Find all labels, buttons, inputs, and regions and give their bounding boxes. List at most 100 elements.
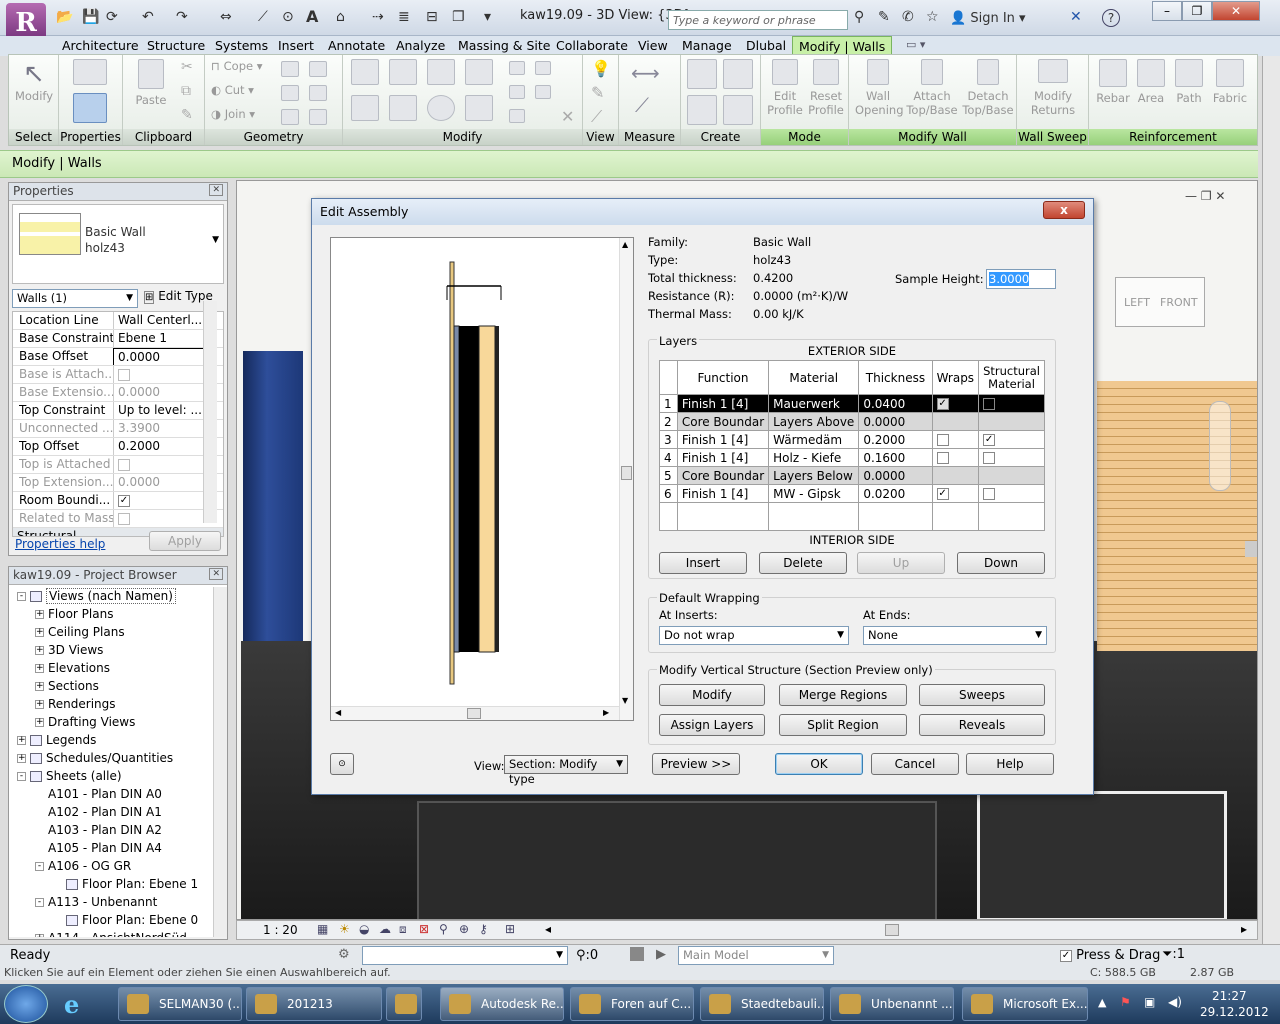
mirror-draw-icon[interactable] bbox=[465, 59, 493, 85]
structural-checkbox[interactable] bbox=[983, 398, 996, 410]
split-icon[interactable] bbox=[509, 61, 525, 75]
preview-button[interactable]: Preview >> bbox=[652, 753, 740, 775]
layer-structural[interactable] bbox=[978, 394, 1045, 413]
thickness-header[interactable]: Thickness bbox=[858, 360, 933, 395]
move-icon[interactable] bbox=[351, 95, 379, 121]
property-row[interactable]: Base is Attach... bbox=[13, 366, 223, 384]
property-row[interactable]: Room Boundi... ✓ bbox=[13, 492, 223, 510]
tab-analyze[interactable]: Analyze bbox=[390, 36, 451, 56]
tab-architecture[interactable]: Architecture bbox=[56, 36, 145, 56]
lock-view-icon[interactable]: ⚷ bbox=[479, 922, 488, 936]
wraps-header[interactable]: Wraps bbox=[931, 360, 980, 395]
at-ends-select[interactable]: None ▼ bbox=[863, 626, 1047, 645]
unjoin-icon[interactable] bbox=[281, 109, 299, 125]
properties-scrollbar[interactable] bbox=[203, 301, 217, 523]
property-value[interactable]: Ebene 1 bbox=[113, 330, 209, 347]
property-row[interactable]: Base Offset 0.0000 bbox=[13, 348, 223, 366]
tray-network-icon[interactable]: ▣ bbox=[1144, 995, 1155, 1009]
minimize-button[interactable]: – bbox=[1152, 1, 1182, 21]
layer-row[interactable]: 3 Finish 1 [4] Wärmedäm 0.2000 ✓ bbox=[659, 430, 1045, 449]
layer-material[interactable]: Wärmedäm bbox=[768, 430, 860, 449]
tab-manage[interactable]: Manage bbox=[676, 36, 738, 56]
layer-structural[interactable] bbox=[978, 466, 1045, 485]
layer-thickness[interactable]: 0.0000 bbox=[858, 466, 933, 485]
rebar-button[interactable]: Rebar bbox=[1095, 59, 1131, 105]
property-value[interactable] bbox=[113, 456, 209, 473]
cope-button[interactable]: ⊓ Cope ▾ bbox=[211, 59, 263, 73]
rotate-icon[interactable] bbox=[427, 95, 455, 121]
property-checkbox[interactable] bbox=[118, 512, 130, 525]
preview-scroll-up-icon[interactable]: ▲ bbox=[622, 240, 628, 249]
property-value[interactable]: Up to level: ... bbox=[113, 402, 209, 419]
ribbon-minimize-icon[interactable]: ▭ ▾ bbox=[906, 38, 925, 51]
array-icon[interactable] bbox=[509, 85, 525, 99]
cut-geometry-button[interactable]: ◐ Cut ▾ bbox=[211, 83, 254, 97]
layer-row[interactable]: 6 Finish 1 [4] MW - Gipsk 0.0200 ✓ bbox=[659, 484, 1045, 503]
tab-modify-walls[interactable]: Modify | Walls bbox=[792, 36, 893, 56]
layer-function[interactable]: Finish 1 [4] bbox=[676, 448, 770, 467]
layer-index[interactable]: 5 bbox=[659, 466, 678, 485]
property-row[interactable]: Top Extension... 0.0000 bbox=[13, 474, 223, 492]
property-value[interactable]: ✓ bbox=[113, 492, 209, 509]
tree-expander-icon[interactable]: + bbox=[35, 700, 44, 709]
task-firefox[interactable]: Foren auf C... bbox=[570, 987, 694, 1021]
browser-tree-item[interactable]: + Sections bbox=[9, 677, 227, 695]
browser-tree-item[interactable]: - A113 - Unbenannt bbox=[9, 893, 227, 911]
property-row[interactable]: Top Offset 0.2000 bbox=[13, 438, 223, 456]
search-input[interactable]: Type a keyword or phrase bbox=[668, 10, 848, 30]
property-row[interactable]: Base Constraint Ebene 1 bbox=[13, 330, 223, 348]
layer-structural[interactable] bbox=[978, 412, 1045, 431]
wraps-checkbox[interactable] bbox=[936, 434, 949, 446]
structural-material-header[interactable]: Structural Material bbox=[978, 360, 1045, 395]
layer-thickness[interactable]: 0.0200 bbox=[858, 484, 933, 503]
layer-structural[interactable] bbox=[978, 484, 1045, 503]
offset-icon[interactable] bbox=[389, 59, 417, 85]
edit-profile-button[interactable]: Edit Profile bbox=[765, 59, 805, 117]
browser-tree-item[interactable]: + Legends bbox=[9, 731, 227, 749]
browser-tree-item[interactable]: Floor Plan: Ebene 1 bbox=[9, 875, 227, 893]
tab-annotate[interactable]: Annotate bbox=[322, 36, 391, 56]
undo-icon[interactable]: ↶ bbox=[142, 9, 154, 25]
tree-expander-icon[interactable]: - bbox=[17, 592, 26, 601]
aligned-dimension-icon[interactable]: ⟋ bbox=[635, 93, 649, 117]
layer-row[interactable]: 5 Core Boundar Layers Below 0.0000 bbox=[659, 466, 1045, 485]
layer-material[interactable]: Holz - Kiefe bbox=[768, 448, 860, 467]
scale-icon[interactable] bbox=[535, 85, 551, 99]
material-header[interactable]: Material bbox=[768, 360, 860, 395]
property-row[interactable]: Location Line Wall Centerl... bbox=[13, 312, 223, 330]
browser-tree-item[interactable]: + Ceiling Plans bbox=[9, 623, 227, 641]
properties-help-link[interactable]: Properties help bbox=[15, 537, 105, 551]
structural-checkbox[interactable] bbox=[983, 452, 996, 464]
tree-expander-icon[interactable]: - bbox=[35, 898, 44, 907]
browser-tree-item[interactable]: + Schedules/Quantities bbox=[9, 749, 227, 767]
wraps-checkbox[interactable] bbox=[936, 452, 949, 464]
tab-systems[interactable]: Systems bbox=[209, 36, 274, 56]
tree-expander-icon[interactable]: + bbox=[35, 664, 44, 673]
property-value[interactable]: Wall Centerl... bbox=[113, 312, 209, 329]
layer-function[interactable]: Core Boundar bbox=[676, 466, 770, 485]
apply-button[interactable]: Apply bbox=[149, 531, 221, 551]
layer-material[interactable]: Layers Above bbox=[768, 412, 860, 431]
redo-icon[interactable]: ↷ bbox=[176, 9, 188, 25]
zoom-2d-icon[interactable]: ⊙ bbox=[330, 753, 354, 775]
modify-returns-button[interactable]: Modify Returns bbox=[1023, 59, 1083, 117]
properties-icon[interactable] bbox=[73, 93, 107, 123]
down-button[interactable]: Down bbox=[957, 552, 1045, 574]
browser-tree-item[interactable]: + Elevations bbox=[9, 659, 227, 677]
wraps-checkbox[interactable]: ✓ bbox=[936, 488, 949, 500]
view-window-controls[interactable]: — ❐ ✕ bbox=[1185, 189, 1225, 203]
layer-wraps[interactable]: ✓ bbox=[931, 394, 980, 413]
layer-index[interactable]: 6 bbox=[659, 484, 678, 503]
measure-distance-icon[interactable]: ⟷ bbox=[631, 61, 660, 85]
layer-wraps[interactable] bbox=[931, 412, 980, 431]
browser-tree-item[interactable]: - Views (nach Namen) bbox=[9, 587, 227, 605]
layer-structural[interactable] bbox=[978, 448, 1045, 467]
tag-icon[interactable]: ⊙ bbox=[282, 9, 294, 25]
task-media-player[interactable] bbox=[386, 987, 422, 1021]
copy-element-icon[interactable] bbox=[389, 95, 417, 121]
match-type-icon[interactable]: ✎ bbox=[181, 107, 193, 123]
browser-tree-item[interactable]: A101 - Plan DIN A0 bbox=[9, 785, 227, 803]
create-parts-icon[interactable] bbox=[687, 59, 717, 89]
layer-row[interactable]: 4 Finish 1 [4] Holz - Kiefe 0.1600 bbox=[659, 448, 1045, 467]
insert-button[interactable]: Insert bbox=[659, 552, 747, 574]
